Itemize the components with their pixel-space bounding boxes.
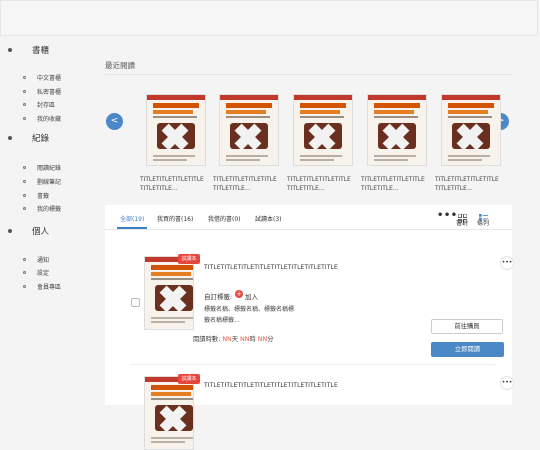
custom-tag-label: 自訂標籤:: [204, 293, 233, 301]
more-options-button[interactable]: •••: [437, 210, 458, 221]
book-cover[interactable]: [367, 94, 427, 166]
circle-bullet-icon: [23, 193, 26, 197]
sidebar-item[interactable]: 設定: [23, 266, 49, 278]
sidebar-item-label: 通知: [37, 256, 50, 264]
sidebar-item-label: 劃線筆記: [37, 178, 62, 186]
recent-book-item[interactable]: TITLETITLETITLETITLETITLETITLE…: [140, 94, 206, 194]
sidebar-item[interactable]: 中文書櫃: [23, 71, 61, 83]
sidebar-section-header: 個人: [8, 224, 49, 238]
sidebar-item-label: 我的標籤: [37, 205, 62, 213]
list-view-label[interactable]: 條列: [477, 218, 489, 227]
book-title[interactable]: TITLETITLETITLETITLETITLETITLETITLETITLE: [204, 264, 338, 271]
book-title[interactable]: TITLETITLETITLETITLETITLETITLETITLETITLE: [204, 382, 338, 389]
book-cover[interactable]: [144, 376, 194, 450]
bullet-icon: [8, 48, 12, 52]
sidebar-item[interactable]: 我的收藏: [23, 112, 61, 124]
circle-bullet-icon: [23, 270, 26, 274]
circle-bullet-icon: [23, 75, 26, 79]
circle-bullet-icon: [23, 102, 26, 106]
grid-view-label[interactable]: 書封: [456, 218, 468, 227]
book-select-checkbox[interactable]: [131, 298, 140, 307]
trial-badge: 試讀本: [178, 374, 200, 384]
sidebar-item[interactable]: 會員專區: [23, 280, 61, 292]
circle-bullet-icon: [23, 284, 26, 288]
recent-book-title[interactable]: TITLETITLETITLETITLETITLETITLE…: [435, 176, 501, 194]
recent-reading-title: 最近閱讀: [105, 61, 135, 70]
sidebar-item-label: 封存區: [37, 101, 56, 109]
recent-book-title[interactable]: TITLETITLETITLETITLETITLETITLE…: [287, 176, 353, 194]
sidebar-section-title: 紀錄: [32, 134, 50, 144]
sidebar-item[interactable]: 劃線筆記: [23, 175, 61, 187]
carousel-prev-button[interactable]: <: [106, 113, 123, 130]
circle-bullet-icon: [23, 257, 26, 261]
sidebar-item-label: 私密書櫃: [37, 88, 62, 96]
circle-bullet-icon: [23, 165, 26, 169]
recent-book-item[interactable]: TITLETITLETITLETITLETITLETITLE…: [435, 94, 501, 194]
sidebar-item[interactable]: 封存區: [23, 98, 55, 110]
tab-purchased[interactable]: 我買的書(16): [157, 214, 193, 223]
tab-subscribed[interactable]: 我借的書(0): [208, 214, 241, 223]
sidebar-section-header: 書櫃: [8, 43, 49, 57]
trial-badge: 試讀本: [178, 254, 200, 264]
book-cover[interactable]: [441, 94, 501, 166]
reading-time: 閱讀時數: NN天 NN時 NN分: [193, 336, 274, 343]
sidebar-item-label: 中文書櫃: [37, 74, 62, 82]
tab-trial[interactable]: 試讀本(3): [255, 214, 282, 223]
bullet-icon: [8, 229, 12, 233]
tag-names: 標籤名稱、標籤名稱、標籤名稱標籤名稱標籤…: [204, 306, 295, 324]
sidebar-section-title: 個人: [32, 227, 50, 237]
recent-divider: [105, 74, 512, 75]
sidebar-section-title: 書櫃: [32, 46, 50, 56]
recent-book-item[interactable]: TITLETITLETITLETITLETITLETITLE…: [361, 94, 427, 194]
recent-book-title[interactable]: TITLETITLETITLETITLETITLETITLE…: [213, 176, 279, 194]
recent-book-item[interactable]: TITLETITLETITLETITLETITLETITLE…: [213, 94, 279, 194]
sidebar-item-label: 我的收藏: [37, 115, 62, 123]
sidebar-item-label: 閱讀紀錄: [37, 164, 62, 172]
sidebar-item[interactable]: 私密書櫃: [23, 85, 61, 97]
tabs-divider: [105, 229, 512, 230]
add-tag-icon[interactable]: +: [235, 290, 243, 298]
row-divider: [130, 364, 495, 365]
sidebar-item[interactable]: 閱讀紀錄: [23, 161, 61, 173]
go-buy-button[interactable]: 前往購買: [431, 319, 503, 334]
sidebar-item[interactable]: 通知: [23, 253, 49, 265]
bullet-icon: [8, 136, 12, 140]
add-tag-link[interactable]: 加入: [245, 291, 258, 301]
book-more-button[interactable]: •••: [500, 376, 514, 390]
book-cover[interactable]: [293, 94, 353, 166]
circle-bullet-icon: [23, 89, 26, 93]
tab-all[interactable]: 全部(19): [120, 214, 144, 223]
book-cover[interactable]: [144, 256, 194, 330]
recent-book-title[interactable]: TITLETITLETITLETITLETITLETITLE…: [361, 176, 427, 194]
read-now-button[interactable]: 立即閱讀: [431, 342, 504, 357]
book-cover[interactable]: [146, 94, 206, 166]
sidebar-item-label: 會員專區: [37, 283, 62, 291]
circle-bullet-icon: [23, 206, 26, 210]
book-cover[interactable]: [219, 94, 279, 166]
sidebar-item-label: 書籤: [37, 192, 50, 200]
sidebar-item[interactable]: 我的標籤: [23, 202, 61, 214]
circle-bullet-icon: [23, 179, 26, 183]
sidebar-item[interactable]: 書籤: [23, 189, 49, 201]
recent-book-title[interactable]: TITLETITLETITLETITLETITLETITLE…: [140, 176, 206, 194]
circle-bullet-icon: [23, 116, 26, 120]
recent-book-item[interactable]: TITLETITLETITLETITLETITLETITLE…: [287, 94, 353, 194]
sidebar-section-header: 紀錄: [8, 131, 49, 145]
sidebar-item-label: 設定: [37, 269, 50, 277]
book-more-button[interactable]: •••: [500, 256, 514, 270]
top-bar: [0, 0, 538, 36]
